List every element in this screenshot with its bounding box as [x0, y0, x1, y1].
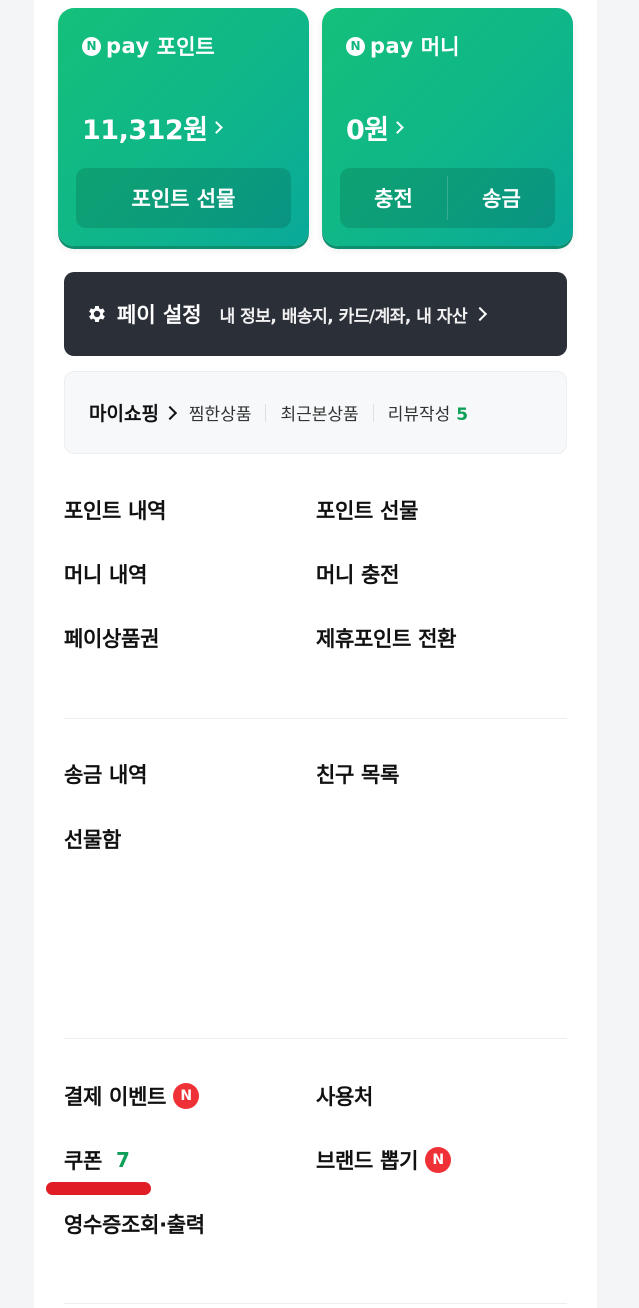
menu-usage-places[interactable]: 사용처 — [316, 1081, 373, 1111]
coupon-count-badge: 7 — [116, 1148, 130, 1172]
menu-coupon[interactable]: 쿠폰 7 — [64, 1145, 130, 1175]
menu-money-history[interactable]: 머니 내역 — [64, 559, 147, 589]
menu-receipt-lookup[interactable]: 영수증조회·출력 — [64, 1209, 205, 1239]
menu-partner-point-convert[interactable]: 제휴포인트 전환 — [316, 623, 456, 653]
menu-transfer-history[interactable]: 송금 내역 — [64, 759, 147, 789]
npay-logo-icon: N — [346, 36, 365, 56]
pay-settings-bar[interactable]: 페이 설정 내 정보, 배송지, 카드/계좌, 내 자산 — [64, 272, 567, 356]
chevron-right-icon — [162, 405, 177, 420]
money-button-group: 충전 송금 — [340, 168, 555, 228]
settings-subtitle: 내 정보, 배송지, 카드/계좌, 내 자산 — [219, 306, 468, 327]
new-badge: N — [173, 1083, 200, 1109]
coupon-label: 쿠폰 — [64, 1149, 103, 1173]
write-review-label: 리뷰작성 — [387, 405, 451, 425]
menu-brand-draw[interactable]: 브랜드 뽑기 N — [316, 1145, 452, 1175]
point-gift-button[interactable]: 포인트 선물 — [76, 168, 291, 228]
chevron-right-icon — [209, 121, 223, 134]
menu-money-charge[interactable]: 머니 충전 — [316, 559, 399, 589]
divider — [265, 403, 267, 422]
menu-pay-voucher[interactable]: 페이상품권 — [64, 623, 159, 653]
npay-logo-icon: N — [82, 36, 101, 56]
menu-friend-list[interactable]: 친구 목록 — [316, 759, 399, 789]
section-divider — [64, 1038, 567, 1039]
new-badge: N — [425, 1147, 452, 1173]
wishlist-link[interactable]: 찜한상품 — [189, 400, 252, 425]
myshopping-link[interactable]: 마이쇼핑 — [89, 399, 189, 426]
brand-draw-label: 브랜드 뽑기 — [316, 1149, 419, 1173]
charge-button[interactable]: 충전 — [340, 168, 447, 228]
pay-money-card[interactable]: N pay 머니 0원 충전 송금 — [322, 8, 573, 246]
settings-title: 페이 설정 — [117, 303, 202, 327]
money-balance-link[interactable]: 0원 — [346, 108, 404, 147]
review-count-badge: 5 — [456, 405, 469, 425]
highlight-underline-annotation — [46, 1182, 151, 1195]
recently-viewed-link[interactable]: 최근본상품 — [280, 400, 358, 425]
pay-brand: pay — [106, 34, 150, 58]
myshopping-bar: 마이쇼핑 찜한상품 최근본상품 리뷰작성 5 — [64, 371, 567, 454]
menu-point-history[interactable]: 포인트 내역 — [64, 495, 166, 525]
card-title-label: 머니 — [420, 35, 460, 59]
pay-point-card-title: N pay 포인트 — [82, 32, 215, 60]
menu-payment-event[interactable]: 결제 이벤트 N — [64, 1081, 200, 1111]
money-balance: 0원 — [346, 115, 389, 146]
chevron-right-icon — [390, 121, 404, 134]
gear-icon — [89, 306, 105, 322]
section-divider — [64, 1303, 567, 1304]
chevron-right-icon — [473, 306, 488, 322]
card-title-label: 포인트 — [156, 35, 215, 59]
point-balance: 11,312원 — [82, 115, 208, 146]
pay-brand: pay — [370, 34, 414, 58]
payment-event-label: 결제 이벤트 — [64, 1085, 167, 1109]
pay-money-card-title: N pay 머니 — [346, 32, 459, 60]
section-divider — [64, 718, 567, 719]
point-balance-link[interactable]: 11,312원 — [82, 108, 223, 147]
write-review-link[interactable]: 리뷰작성 5 — [388, 400, 468, 425]
myshopping-title: 마이쇼핑 — [89, 403, 159, 425]
menu-point-gift[interactable]: 포인트 선물 — [316, 495, 418, 525]
menu-gift-box[interactable]: 선물함 — [64, 824, 121, 854]
send-money-button[interactable]: 송금 — [448, 168, 555, 228]
divider — [372, 403, 374, 422]
pay-point-card[interactable]: N pay 포인트 11,312원 포인트 선물 — [58, 8, 309, 246]
